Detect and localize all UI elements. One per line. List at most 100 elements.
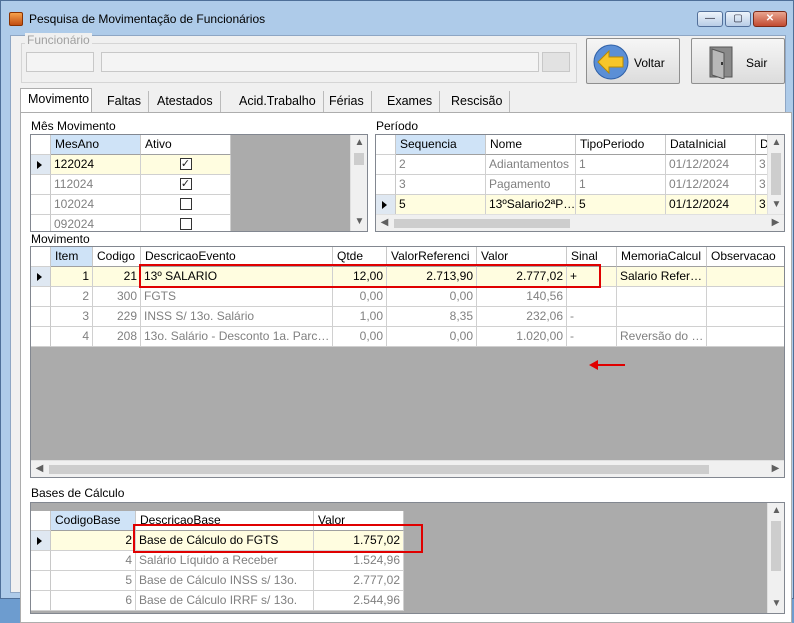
row-header[interactable] (31, 195, 51, 215)
memoriacalculo-cell[interactable]: Salario Refer… (617, 267, 707, 287)
col-header-ativo[interactable]: Ativo (141, 135, 231, 155)
scroll-thumb[interactable] (49, 465, 709, 474)
row-header[interactable] (31, 287, 51, 307)
ativo-cell[interactable]: ✓ (141, 175, 231, 195)
item-cell[interactable]: 4 (51, 327, 93, 347)
row-header[interactable] (31, 175, 51, 195)
bases-vertical-scrollbar[interactable]: ▲ ▼ (767, 503, 784, 613)
voltar-button[interactable]: Voltar (586, 38, 680, 84)
col-header-codigobase[interactable]: CodigoBase (51, 511, 136, 531)
ativo-cell[interactable]: ✓ (141, 155, 231, 175)
funcionario-code-field[interactable] (26, 52, 94, 72)
descricaoevento-cell[interactable]: INSS S/ 13o. Salário (141, 307, 333, 327)
row-header[interactable] (31, 215, 51, 231)
row-header[interactable] (31, 327, 51, 347)
scroll-up-icon[interactable]: ▲ (768, 503, 784, 520)
tab-atestados[interactable]: Atestados (150, 91, 221, 112)
sequencia-cell[interactable]: 2 (396, 155, 486, 175)
ativo-checkbox[interactable]: ✓ (179, 158, 192, 170)
row-header[interactable] (376, 155, 396, 175)
nome-cell[interactable]: 13ºSalario2ªP… (486, 195, 576, 215)
valorbase-cell[interactable]: 2.544,96 (314, 591, 404, 611)
col-header-sequencia[interactable]: Sequencia (396, 135, 486, 155)
col-header-observacao[interactable]: Observacao (707, 247, 784, 267)
codigobase-cell[interactable]: 5 (51, 571, 136, 591)
tipoperiodo-cell[interactable]: 1 (576, 155, 666, 175)
scroll-thumb[interactable] (354, 153, 364, 165)
sinal-cell[interactable] (567, 287, 617, 307)
nome-cell[interactable]: Adiantamentos (486, 155, 576, 175)
item-cell[interactable]: 1 (51, 267, 93, 287)
tab-faltas[interactable]: Faltas (100, 91, 150, 112)
valorreferencia-cell[interactable]: 0,00 (387, 327, 477, 347)
memoriacalculo-cell[interactable] (617, 307, 707, 327)
scroll-left-icon[interactable]: ◀ (376, 215, 393, 231)
scroll-thumb[interactable] (771, 521, 781, 571)
datainicial-cell[interactable]: 01/12/2024 (666, 175, 756, 195)
mesano-cell[interactable]: 112024 (51, 175, 141, 195)
scroll-thumb[interactable] (771, 153, 781, 195)
scroll-down-icon[interactable]: ▼ (351, 214, 367, 231)
observacao-cell[interactable] (707, 267, 784, 287)
maximize-button[interactable]: ▢ (725, 11, 751, 27)
row-header[interactable] (31, 531, 51, 551)
valorreferencia-cell[interactable]: 0,00 (387, 287, 477, 307)
periodo-grid[interactable]: Sequencia Nome TipoPeriodo DataInicial D… (375, 134, 785, 232)
periodo-vertical-scrollbar[interactable]: ▲ ▼ (767, 135, 784, 214)
sequencia-cell[interactable]: 3 (396, 175, 486, 195)
observacao-cell[interactable] (707, 327, 784, 347)
tab-acid-trabalho[interactable]: Acid.Trabalho (232, 91, 324, 112)
scroll-thumb[interactable] (394, 219, 570, 228)
item-cell[interactable]: 3 (51, 307, 93, 327)
codigobase-cell[interactable]: 6 (51, 591, 136, 611)
movimento-horizontal-scrollbar[interactable]: ◀ ▶ (31, 460, 784, 477)
descricaoevento-cell[interactable]: 13o. Salário - Desconto 1a. Parc… (141, 327, 333, 347)
codigobase-cell[interactable]: 4 (51, 551, 136, 571)
tipoperiodo-cell[interactable]: 1 (576, 175, 666, 195)
funcionario-name-field[interactable] (101, 52, 539, 72)
valorbase-cell[interactable]: 1.524,96 (314, 551, 404, 571)
row-header[interactable] (31, 591, 51, 611)
tab-ferias[interactable]: Férias (322, 91, 372, 112)
ativo-cell[interactable] (141, 195, 231, 215)
row-header[interactable] (31, 267, 51, 287)
valorbase-cell[interactable]: 2.777,02 (314, 571, 404, 591)
observacao-cell[interactable] (707, 307, 784, 327)
mesano-cell[interactable]: 102024 (51, 195, 141, 215)
tab-movimento[interactable]: Movimento (20, 88, 92, 112)
valor-cell[interactable]: 1.020,00 (477, 327, 567, 347)
descricaobase-cell[interactable]: Base de Cálculo IRRF s/ 13o. (136, 591, 314, 611)
sair-button[interactable]: Sair (691, 38, 785, 84)
minimize-button[interactable]: — (697, 11, 723, 27)
row-header[interactable] (376, 195, 396, 215)
scroll-right-icon[interactable]: ▶ (767, 461, 784, 477)
bases-grid[interactable]: CodigoBase DescricaoBase Valor 2 Base de… (30, 502, 785, 614)
ativo-checkbox[interactable]: ✓ (179, 178, 192, 190)
sinal-cell[interactable]: - (567, 327, 617, 347)
datainicial-cell[interactable]: 01/12/2024 (666, 195, 756, 215)
scroll-right-icon[interactable]: ▶ (767, 215, 784, 231)
sequencia-cell[interactable]: 5 (396, 195, 486, 215)
row-header[interactable] (31, 307, 51, 327)
codigo-cell[interactable]: 208 (93, 327, 141, 347)
codigo-cell[interactable]: 21 (93, 267, 141, 287)
descricaobase-cell[interactable]: Salário Líquido a Receber (136, 551, 314, 571)
item-cell[interactable]: 2 (51, 287, 93, 307)
close-button[interactable]: ✕ (753, 11, 787, 27)
memoriacalculo-cell[interactable]: Reversão do … (617, 327, 707, 347)
descricaobase-cell[interactable]: Base de Cálculo INSS s/ 13o. (136, 571, 314, 591)
nome-cell[interactable]: Pagamento (486, 175, 576, 195)
col-header-tipoperiodo[interactable]: TipoPeriodo (576, 135, 666, 155)
row-header[interactable] (376, 175, 396, 195)
row-header[interactable] (31, 571, 51, 591)
funcionario-search-button[interactable] (542, 52, 570, 72)
ativo-checkbox[interactable] (179, 198, 192, 210)
qtde-cell[interactable]: 0,00 (333, 287, 387, 307)
ativo-cell[interactable] (141, 215, 231, 231)
codigo-cell[interactable]: 229 (93, 307, 141, 327)
col-header-nome[interactable]: Nome (486, 135, 576, 155)
col-header-codigo[interactable]: Codigo (93, 247, 141, 267)
qtde-cell[interactable]: 0,00 (333, 327, 387, 347)
row-header[interactable] (31, 551, 51, 571)
row-header[interactable] (31, 155, 51, 175)
